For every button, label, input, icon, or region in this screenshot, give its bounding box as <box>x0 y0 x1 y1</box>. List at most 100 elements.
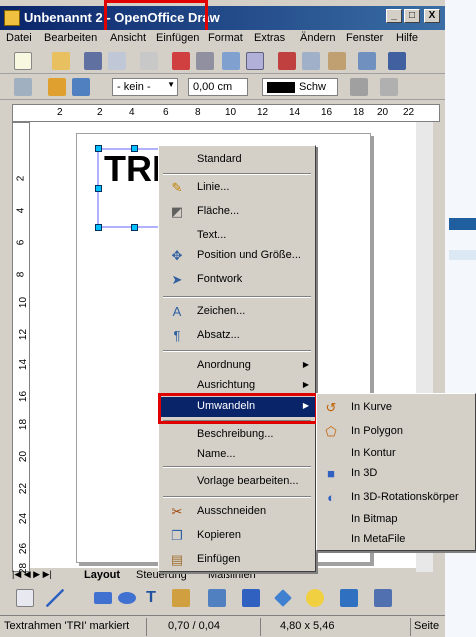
position-icon: ✥ <box>171 248 183 263</box>
submenu-item-3d[interactable]: ■ In 3D <box>317 464 475 484</box>
tab-nav-arrows[interactable]: |◀ ◀ ▶ ▶| <box>12 569 52 580</box>
menu-item-linie[interactable]: ✎ Linie... <box>159 178 315 198</box>
line-fill-toolbar: - kein - ▼ 0,00 cm Schw <box>0 74 445 100</box>
cut-icon[interactable] <box>278 52 296 70</box>
submenu-item-kontur[interactable]: In Kontur <box>317 444 475 464</box>
menu-item-flaeche[interactable]: ◩ Fläche... <box>159 202 315 222</box>
undo-icon[interactable] <box>388 52 406 70</box>
menu-item-fontwork[interactable]: ➤ Fontwork <box>159 270 315 290</box>
submenu-item-kurve[interactable]: ↺ In Kurve <box>317 398 475 418</box>
select-icon[interactable] <box>16 589 34 607</box>
menu-item-text[interactable]: Text... <box>159 226 315 246</box>
submenu-item-3d-rotation[interactable]: ◐ In 3D-Rotationskörper <box>317 488 475 508</box>
scissors-icon: ✂ <box>171 504 183 519</box>
resize-handle[interactable] <box>95 185 102 192</box>
menu-bar: Datei Bearbeiten Ansicht Einfügen Format… <box>0 30 445 48</box>
shadow-icon[interactable] <box>380 78 398 96</box>
status-size: 4,80 x 5,46 <box>280 620 335 632</box>
menu-datei[interactable]: Datei <box>6 32 32 44</box>
open-icon[interactable] <box>52 52 70 70</box>
menu-hilfe[interactable]: Hilfe <box>396 32 418 44</box>
maximize-button[interactable]: □ <box>404 9 420 23</box>
area-icon: ◩ <box>170 204 184 219</box>
menu-fenster[interactable]: Fenster <box>346 32 383 44</box>
3d-icon: ■ <box>327 466 335 481</box>
submenu-arrow-icon: ▶ <box>302 360 309 369</box>
context-menu: Standard ✎ Linie... ◩ Fläche... Text... ✥ P… <box>158 145 316 572</box>
status-message: Textrahmen 'TRI' markiert <box>4 620 130 632</box>
area-icon[interactable] <box>350 78 368 96</box>
spellcheck-icon[interactable] <box>222 52 240 70</box>
text-frame-content: TRI <box>104 148 162 189</box>
menu-bearbeiten[interactable]: Bearbeiten <box>44 32 97 44</box>
paragraph-icon: ¶ <box>173 328 181 343</box>
autospell-icon[interactable] <box>246 52 264 70</box>
mail-icon[interactable] <box>108 52 126 70</box>
menu-item-kopieren[interactable]: ❐ Kopieren <box>159 526 315 546</box>
ellipse-icon[interactable] <box>118 592 136 604</box>
menu-item-position[interactable]: ✥ Position und Größe... <box>159 246 315 266</box>
status-position: 0,70 / 0,04 <box>168 620 220 632</box>
horizontal-ruler: 2 2 4 6 8 10 12 14 16 18 20 22 <box>12 104 440 122</box>
menu-item-beschreibung[interactable]: Beschreibung... <box>159 425 315 445</box>
line-icon: ✎ <box>171 180 183 195</box>
paste-icon: ▤ <box>170 552 184 567</box>
arrow-line-icon[interactable] <box>70 589 88 607</box>
menu-item-absatz[interactable]: ¶ Absatz... <box>159 326 315 346</box>
edit-icon[interactable] <box>140 52 158 70</box>
close-button[interactable]: X <box>424 9 440 23</box>
vertical-ruler: 2 4 6 8 10 12 14 16 18 20 22 24 26 28 <box>12 122 30 574</box>
save-icon[interactable] <box>84 52 102 70</box>
curve-tool-icon[interactable] <box>172 589 190 607</box>
arrow-style-icon[interactable] <box>72 78 90 96</box>
resize-handle[interactable] <box>95 224 102 231</box>
paste-icon[interactable] <box>328 52 346 70</box>
3d-rotation-icon: ◐ <box>327 490 335 505</box>
fontwork-icon: ➤ <box>171 272 183 287</box>
line-width-field[interactable]: 0,00 cm <box>188 78 248 96</box>
flowchart-icon[interactable] <box>374 589 392 607</box>
basic-shapes-icon[interactable] <box>274 589 292 607</box>
menu-extras[interactable]: Extras <box>254 32 285 44</box>
lines-arrows-icon[interactable] <box>242 589 260 607</box>
umwandeln-highlight-box <box>158 393 318 424</box>
pdf-icon[interactable] <box>172 52 190 70</box>
tab-layout[interactable]: Layout <box>84 569 120 581</box>
menu-item-standard[interactable]: Standard <box>159 150 315 170</box>
menu-item-name[interactable]: Name... <box>159 445 315 465</box>
status-bar: Textrahmen 'TRI' markiert 0,70 / 0,04 4,… <box>0 615 445 637</box>
line-style-select[interactable]: - kein - ▼ <box>112 78 178 96</box>
resize-handle[interactable] <box>95 145 102 152</box>
new-icon[interactable] <box>14 52 32 70</box>
menu-item-einfuegen[interactable]: ▤ Einfügen <box>159 550 315 570</box>
submenu-item-metafile[interactable]: In MetaFile <box>317 530 475 550</box>
connector-icon[interactable] <box>208 589 226 607</box>
submenu-item-bitmap[interactable]: In Bitmap <box>317 510 475 530</box>
menu-item-ausschneiden[interactable]: ✂ Ausschneiden <box>159 502 315 522</box>
menu-aendern[interactable]: Ändern <box>300 32 335 44</box>
print-icon[interactable] <box>196 52 214 70</box>
symbol-shapes-icon[interactable] <box>306 589 324 607</box>
line-icon[interactable] <box>48 78 66 96</box>
resize-handle[interactable] <box>131 145 138 152</box>
line-color-select[interactable]: Schw <box>262 78 338 96</box>
menu-item-zeichen[interactable]: A Zeichen... <box>159 302 315 322</box>
clone-icon[interactable] <box>358 52 376 70</box>
copy-icon[interactable] <box>302 52 320 70</box>
line-tool-icon[interactable] <box>46 589 64 607</box>
minimize-button[interactable]: _ <box>386 9 402 23</box>
text-tool-icon[interactable]: T <box>142 589 160 607</box>
menu-format[interactable]: Format <box>208 32 243 44</box>
menu-ansicht[interactable]: Ansicht <box>110 32 146 44</box>
menu-einfuegen[interactable]: Einfügen <box>156 32 199 44</box>
polygon-icon: ⬠ <box>325 424 337 439</box>
submenu-item-polygon[interactable]: ⬠ In Polygon <box>317 422 475 442</box>
title-bar: Unbenannt 2 - OpenOffice Draw _ □ X <box>0 6 445 30</box>
resize-handle[interactable] <box>131 224 138 231</box>
rectangle-icon[interactable] <box>94 592 112 604</box>
chevron-down-icon: ▼ <box>167 80 175 89</box>
block-arrows-icon[interactable] <box>340 589 358 607</box>
menu-item-vorlage[interactable]: Vorlage bearbeiten... <box>159 472 315 492</box>
styles-icon[interactable] <box>14 78 32 96</box>
menu-item-anordnung[interactable]: Anordnung ▶ <box>159 356 315 376</box>
